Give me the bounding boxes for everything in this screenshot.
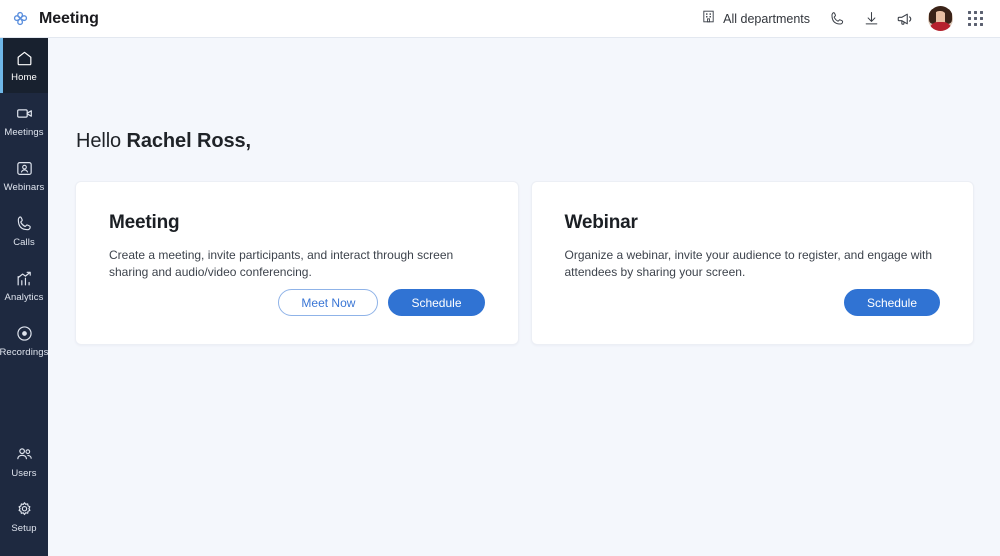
webinar-card: Webinar Organize a webinar, invite your … [530, 181, 974, 345]
meet-now-button[interactable]: Meet Now [278, 289, 379, 316]
sidebar-item-users-label: Users [11, 467, 37, 479]
sidebar-item-setup[interactable]: Setup [0, 489, 48, 544]
sidebar-item-meetings-label: Meetings [4, 126, 44, 138]
webinar-schedule-button[interactable]: Schedule [843, 289, 940, 316]
all-departments-label: All departments [723, 11, 810, 26]
users-icon [14, 445, 34, 465]
sidebar-item-recordings[interactable]: Recordings [0, 313, 48, 368]
video-camera-icon [14, 104, 34, 124]
building-icon [701, 9, 716, 29]
record-dot-icon [14, 324, 34, 344]
webinar-person-icon [14, 159, 34, 179]
webinar-card-description: Organize a webinar, invite your audience… [564, 248, 933, 279]
user-avatar-image [927, 6, 953, 31]
meeting-card-actions: Meet Now Schedule [278, 289, 485, 316]
greeting-user-name: Rachel Ross, [126, 130, 252, 152]
sidebar-item-webinars[interactable]: Webinars [0, 148, 48, 203]
sidebar: Home Meetings Webinars Calls Analytics R… [0, 38, 48, 556]
sidebar-item-calls[interactable]: Calls [0, 203, 48, 258]
sidebar-item-home-label: Home [11, 71, 37, 83]
sidebar-item-webinars-label: Webinars [3, 181, 45, 193]
app-root: Meeting All departments Home Meetings We… [0, 0, 1000, 556]
meeting-card-title: Meeting [109, 212, 180, 233]
megaphone-icon[interactable] [888, 4, 922, 34]
sidebar-item-setup-label: Setup [11, 522, 37, 534]
phone-icon [14, 214, 34, 234]
sidebar-item-analytics-label: Analytics [4, 291, 44, 303]
meeting-schedule-button[interactable]: Schedule [388, 289, 485, 316]
home-icon [14, 49, 34, 69]
cards-container: Meeting Create a meeting, invite partici… [75, 181, 974, 345]
meeting-card: Meeting Create a meeting, invite partici… [75, 181, 519, 345]
apps-grid-icon[interactable] [958, 4, 992, 34]
download-icon[interactable] [854, 4, 888, 34]
sidebar-item-users[interactable]: Users [0, 434, 48, 489]
sidebar-item-analytics[interactable]: Analytics [0, 258, 48, 313]
app-title: Meeting [39, 9, 99, 27]
avatar[interactable] [922, 4, 958, 34]
greeting-prefix: Hello [76, 130, 127, 152]
page-title: Hello Rachel Ross, [76, 130, 251, 153]
top-bar-actions: All departments [695, 4, 1000, 34]
meeting-card-description: Create a meeting, invite participants, a… [109, 248, 454, 279]
sidebar-item-meetings[interactable]: Meetings [0, 93, 48, 148]
gear-icon [14, 500, 34, 520]
sidebar-primary-nav: Home Meetings Webinars Calls Analytics R… [0, 38, 48, 368]
webinar-card-title: Webinar [564, 212, 638, 233]
top-bar: Meeting All departments [0, 0, 1000, 38]
main-content: Hello Rachel Ross, Meeting Create a meet… [48, 38, 1000, 556]
sidebar-item-home[interactable]: Home [0, 38, 48, 93]
all-departments-selector[interactable]: All departments [695, 5, 820, 33]
phone-icon[interactable] [820, 4, 854, 34]
chart-up-icon [14, 269, 34, 289]
brand[interactable]: Meeting [0, 9, 99, 28]
sidebar-secondary-nav: Users Setup [0, 434, 48, 556]
clover-logo-icon [11, 9, 30, 28]
sidebar-item-recordings-label: Recordings [0, 346, 49, 358]
sidebar-item-calls-label: Calls [13, 236, 35, 248]
webinar-card-actions: Schedule [843, 289, 940, 316]
